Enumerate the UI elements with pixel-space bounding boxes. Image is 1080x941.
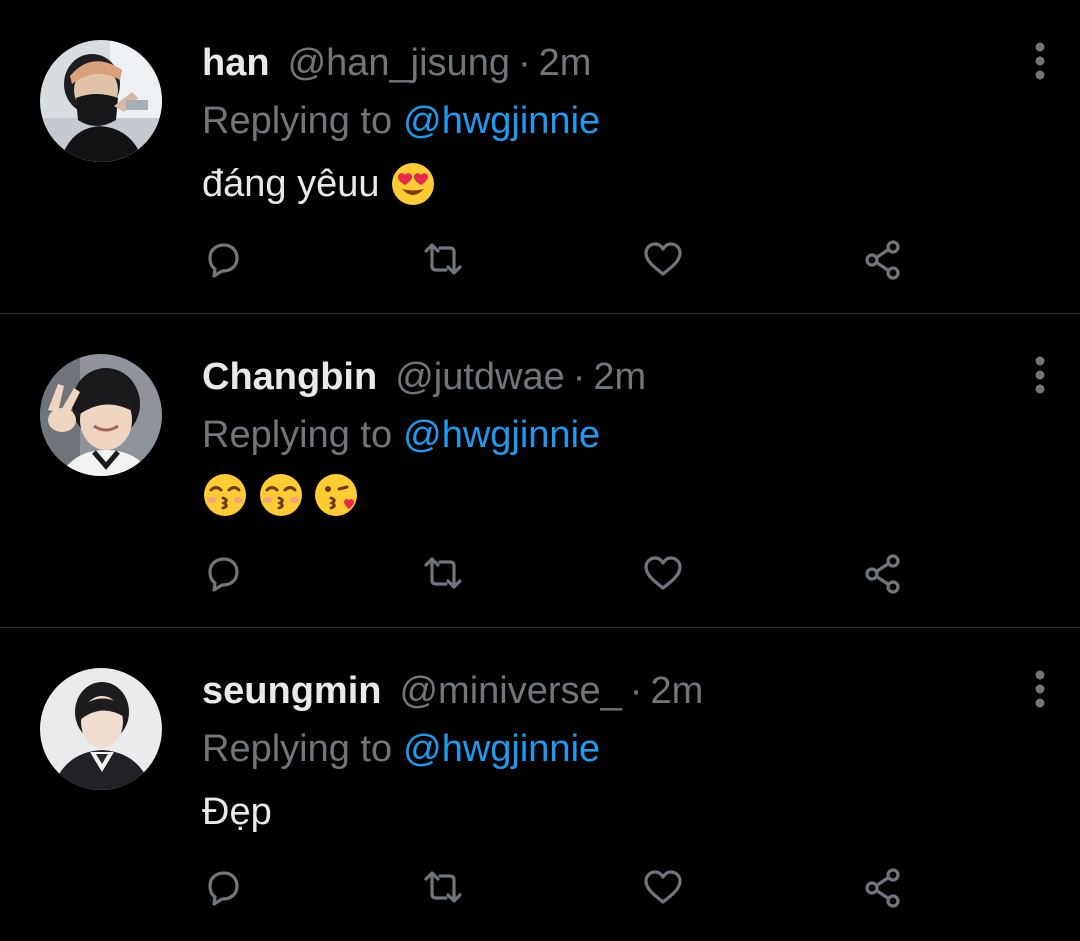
more-options-icon[interactable] <box>1022 352 1058 398</box>
action-bar <box>0 864 1080 910</box>
separator-dot: · <box>629 670 643 712</box>
share-icon[interactable] <box>860 236 906 282</box>
reply-icon[interactable] <box>200 864 246 910</box>
replying-to-handle[interactable]: @hwgjinnie <box>403 100 600 142</box>
avatar-seungmin-image <box>40 668 162 790</box>
display-name[interactable]: seungmin <box>202 666 381 716</box>
avatar-changbin-image <box>40 354 162 476</box>
more-options-icon[interactable] <box>1022 38 1058 84</box>
tweet-header: Changbin @jutdwae · 2m <box>202 352 646 402</box>
handle[interactable]: @han_jisung <box>288 38 510 88</box>
replying-to-label: Replying to <box>202 100 393 142</box>
timestamp[interactable]: 2m <box>650 666 703 716</box>
like-icon[interactable] <box>640 550 686 596</box>
avatar[interactable] <box>40 668 162 790</box>
tweet[interactable]: seungmin @miniverse_ · 2m Replying to @hw… <box>0 628 1080 941</box>
replying-to-label: Replying to <box>202 414 393 456</box>
avatar-han-image <box>40 40 162 162</box>
reply-feed: han @han_jisung · 2m Replying to @hwgjinn… <box>0 0 1080 941</box>
action-bar <box>0 236 1080 282</box>
retweet-icon[interactable] <box>420 236 466 282</box>
handle[interactable]: @miniverse_ <box>399 666 621 716</box>
face-blowing-kiss-emoji <box>314 472 360 518</box>
share-icon[interactable] <box>860 864 906 910</box>
handle[interactable]: @jutdwae <box>395 352 565 402</box>
kissing-smiling-eyes-emoji <box>258 472 304 518</box>
tweet-header: han @han_jisung · 2m <box>202 38 591 88</box>
tweet-text-body: Đẹp <box>202 791 272 833</box>
timestamp[interactable]: 2m <box>539 38 592 88</box>
tweet[interactable]: han @han_jisung · 2m Replying to @hwgjinn… <box>0 0 1080 313</box>
separator-dot: · <box>517 42 531 84</box>
tweet-text <box>202 472 360 518</box>
display-name[interactable]: han <box>202 38 270 88</box>
avatar[interactable] <box>40 40 162 162</box>
tweet[interactable]: Changbin @jutdwae · 2m Replying to @hwgji… <box>0 314 1080 627</box>
kissing-smiling-eyes-emoji <box>202 472 248 518</box>
retweet-icon[interactable] <box>420 550 466 596</box>
replying-to-handle[interactable]: @hwgjinnie <box>403 728 600 770</box>
reply-icon[interactable] <box>200 550 246 596</box>
like-icon[interactable] <box>640 236 686 282</box>
retweet-icon[interactable] <box>420 864 466 910</box>
more-options-icon[interactable] <box>1022 666 1058 712</box>
separator-dot: · <box>572 356 586 398</box>
action-bar <box>0 550 1080 596</box>
like-icon[interactable] <box>640 864 686 910</box>
timestamp[interactable]: 2m <box>593 352 646 402</box>
replying-to-line: Replying to @hwgjinnie <box>202 724 600 774</box>
heart-eyes-emoji <box>390 161 436 207</box>
tweet-text-body: đáng yêuu <box>202 163 380 205</box>
replying-to-label: Replying to <box>202 728 393 770</box>
reply-icon[interactable] <box>200 236 246 282</box>
avatar[interactable] <box>40 354 162 476</box>
tweet-text: Đẹp <box>202 786 272 838</box>
replying-to-line: Replying to @hwgjinnie <box>202 96 600 146</box>
tweet-text: đáng yêuu <box>202 158 436 210</box>
display-name[interactable]: Changbin <box>202 352 377 402</box>
replying-to-handle[interactable]: @hwgjinnie <box>403 414 600 456</box>
replying-to-line: Replying to @hwgjinnie <box>202 410 600 460</box>
tweet-header: seungmin @miniverse_ · 2m <box>202 666 703 716</box>
share-icon[interactable] <box>860 550 906 596</box>
